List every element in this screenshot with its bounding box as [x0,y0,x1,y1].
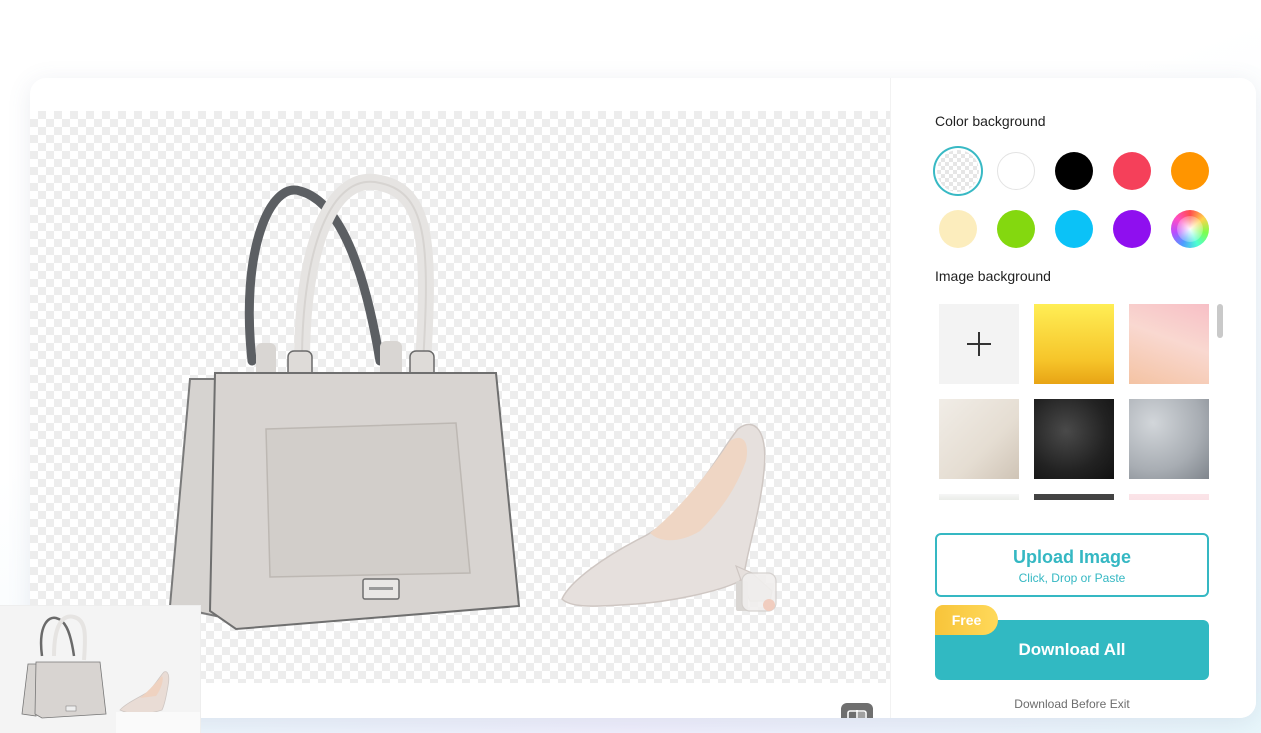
upload-image-button[interactable]: Upload Image Click, Drop or Paste [935,533,1209,597]
swatch-purple[interactable] [1113,210,1151,248]
bg-yellow-gradient[interactable] [1034,304,1114,384]
bg-beige-paper[interactable] [939,399,1019,479]
bg-black-leather[interactable] [1034,399,1114,479]
bg-dark-slate[interactable] [1034,494,1114,500]
compare-view-button[interactable] [841,703,873,718]
swatch-white[interactable] [997,152,1035,190]
download-label: Download All [1018,640,1126,659]
bg-light-pink[interactable] [1129,494,1209,500]
color-background-title: Color background [935,113,1046,129]
preview-canvas [30,111,890,718]
original-thumbnail[interactable] [0,606,200,733]
upload-subtitle: Click, Drop or Paste [1018,571,1126,585]
swatch-cream[interactable] [939,210,977,248]
thumbnail-image [0,606,200,733]
bg-pink-peach[interactable] [1129,304,1209,384]
swatch-black[interactable] [1055,152,1093,190]
download-note: Download Before Exit [1014,697,1130,711]
image-background-title: Image background [935,268,1051,284]
swatch-orange[interactable] [1171,152,1209,190]
background-panel: Color background Image background Upload… [890,78,1256,718]
editor-card: Color background Image background Upload… [30,78,1256,718]
grid-scrollbar[interactable] [1217,304,1223,338]
swatch-custom-color[interactable] [1171,210,1209,248]
swatch-red[interactable] [1113,152,1151,190]
bg-green-leaves[interactable] [939,494,1019,500]
bg-grey-concrete[interactable] [1129,399,1209,479]
add-image-background-button[interactable] [939,304,1019,384]
swatch-transparent[interactable] [937,150,979,192]
compare-icon [847,710,867,718]
free-badge: Free [935,605,998,635]
upload-title: Upload Image [1012,547,1132,567]
product-image [168,173,777,631]
swatch-sky-blue[interactable] [1055,210,1093,248]
swatch-green[interactable] [997,210,1035,248]
image-background-grid [935,300,1225,500]
plus-icon [967,332,991,356]
